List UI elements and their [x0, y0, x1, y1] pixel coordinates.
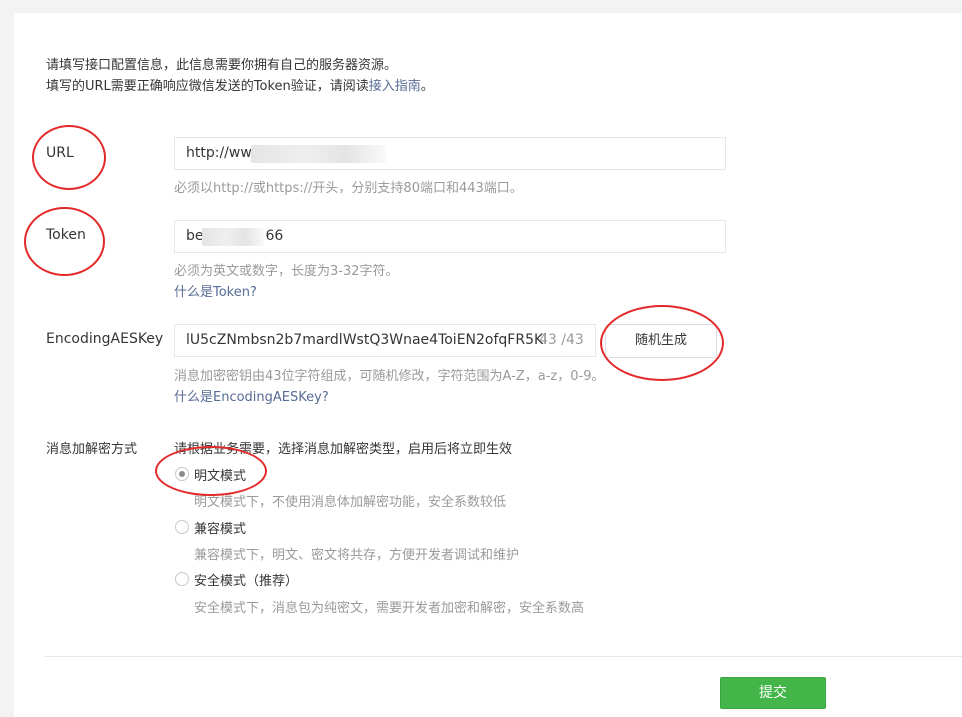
- what-is-aes-key-link[interactable]: 什么是EncodingAESKey?: [174, 386, 329, 405]
- token-hint: 必须为英文或数字，长度为3-32字符。: [174, 264, 399, 279]
- intro-line-2-suffix: 。: [420, 79, 434, 94]
- aes-key-hint: 消息加密密钥由43位字符组成，可随机修改，字符范围为A-Z，a-z，0-9。: [174, 369, 605, 384]
- compatible-mode-hint: 兼容模式下，明文、密文将共存，方便开发者调试和维护: [194, 548, 520, 563]
- compatible-mode-label[interactable]: 兼容模式: [194, 518, 246, 537]
- token-label: Token: [46, 227, 86, 243]
- submit-button[interactable]: 提交: [720, 677, 826, 709]
- random-generate-button[interactable]: 随机生成: [605, 324, 717, 358]
- aes-key-label: EncodingAESKey: [46, 331, 164, 347]
- aes-key-counter: 43 /43: [539, 332, 584, 348]
- intro-line-1: 请填写接口配置信息，此信息需要你拥有自己的服务器资源。: [46, 58, 398, 73]
- url-hint: 必须以http://或https://开头，分别支持80端口和443端口。: [174, 181, 523, 196]
- token-value-prefix: be: [186, 228, 204, 244]
- config-panel: 请填写接口配置信息，此信息需要你拥有自己的服务器资源。 填写的URL需要正确响应…: [14, 13, 962, 717]
- url-input[interactable]: http://ww: [174, 137, 726, 170]
- encryption-mode-label: 消息加解密方式: [46, 442, 138, 457]
- form-divider: [45, 656, 962, 657]
- plaintext-mode-hint: 明文模式下，不使用消息体加解密功能，安全系数较低: [194, 495, 507, 510]
- aes-key-input[interactable]: lU5cZNmbsn2b7mardlWstQ3Wnae4ToiEN2ofqFR5…: [174, 324, 596, 357]
- secure-mode-label[interactable]: 安全模式（推荐）: [194, 570, 298, 589]
- radio-plaintext-mode[interactable]: [175, 467, 189, 481]
- token-input[interactable]: be 66: [174, 220, 726, 253]
- radio-secure-mode[interactable]: [175, 572, 189, 586]
- access-guide-link[interactable]: 接入指南: [369, 79, 421, 94]
- redacted-blur: [251, 145, 386, 163]
- aes-key-value: lU5cZNmbsn2b7mardlWstQ3Wnae4ToiEN2ofqFR5…: [186, 332, 548, 348]
- intro-line-2: 填写的URL需要正确响应微信发送的Token验证，请阅读接入指南。: [46, 76, 434, 97]
- url-label: URL: [46, 145, 74, 161]
- plaintext-mode-label[interactable]: 明文模式: [194, 465, 246, 484]
- secure-mode-hint: 安全模式下，消息包为纯密文，需要开发者加密和解密，安全系数高: [194, 601, 585, 616]
- what-is-token-link[interactable]: 什么是Token?: [174, 281, 257, 300]
- token-value-suffix: 66: [265, 228, 284, 244]
- encryption-mode-description: 请根据业务需要，选择消息加解密类型，启用后将立即生效: [174, 442, 513, 457]
- url-input-value: http://ww: [186, 145, 252, 161]
- intro-line-2-prefix: 填写的URL需要正确响应微信发送的Token验证，请阅读: [46, 79, 369, 94]
- radio-compatible-mode[interactable]: [175, 520, 189, 534]
- redacted-blur: [202, 228, 264, 246]
